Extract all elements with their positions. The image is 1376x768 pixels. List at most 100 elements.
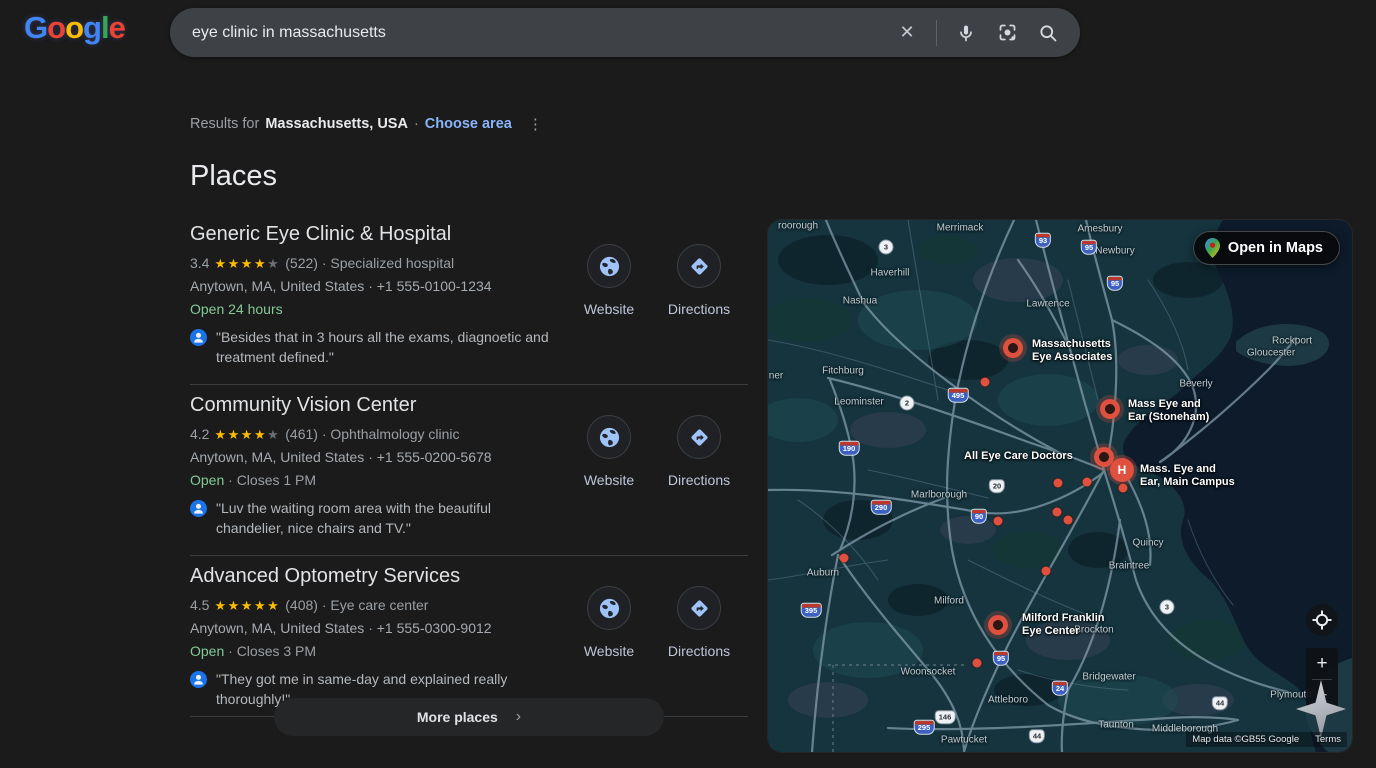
map-city-label: Rockport <box>1272 336 1312 347</box>
logo-letter: o <box>47 10 65 45</box>
review-snippet: "Besides that in 3 hours all the exams, … <box>216 327 556 367</box>
map-marker[interactable] <box>1042 567 1051 576</box>
route-shield: 290 <box>871 500 892 515</box>
place-title[interactable]: Generic Eye Clinic & Hospital <box>190 223 558 246</box>
route-shield: 3 <box>1160 600 1175 615</box>
google-logo[interactable]: Google <box>24 10 125 46</box>
clear-icon[interactable]: ✕ <box>895 21 919 45</box>
map-overlay: rooroughMerrimackAmesburyNewburyHaverhil… <box>768 220 1352 752</box>
map-marker[interactable] <box>981 378 990 387</box>
map-city-label: Marlborough <box>911 490 967 501</box>
route-shield: 44 <box>1029 729 1045 743</box>
globe-icon <box>587 415 631 459</box>
route-shield: 146 <box>935 710 956 724</box>
map-marker[interactable] <box>1083 478 1092 487</box>
address-line: Anytown, MA, United States · +1 555-0200… <box>190 448 558 467</box>
map-city-label: Bridgewater <box>1082 672 1135 683</box>
map-poi-label[interactable]: Mass. Eye andEar, Main Campus <box>1140 463 1235 489</box>
map-poi-label[interactable]: Mass Eye andEar (Stoneham) <box>1128 398 1209 424</box>
open-status: Open <box>190 643 224 659</box>
map-poi-label[interactable]: MassachusettsEye Associates <box>1032 338 1112 364</box>
closing-time: · Closes 3 PM <box>224 643 316 659</box>
map-poi-label[interactable]: Milford FranklinEye Center <box>1022 612 1105 638</box>
map-city-label: Woonsocket <box>901 667 956 678</box>
reviews-category: (408) · Eye care center <box>285 597 428 613</box>
search-bar-divider <box>936 20 937 46</box>
directions-label: Directions <box>668 643 730 659</box>
lens-icon[interactable] <box>995 21 1019 45</box>
reviewer-avatar-icon <box>190 671 207 688</box>
map-marker[interactable] <box>994 517 1003 526</box>
open-in-maps-button[interactable]: Open in Maps <box>1193 231 1340 265</box>
search-bar[interactable]: ✕ <box>170 8 1080 57</box>
more-places-divider: More places › <box>190 716 748 717</box>
places-list: Generic Eye Clinic & Hospital 3.4★★★★★(5… <box>190 214 748 726</box>
mic-icon[interactable] <box>954 21 978 45</box>
map-marker[interactable] <box>1054 479 1063 488</box>
place-listing: Community Vision Center 4.2★★★★★(461) · … <box>190 385 748 556</box>
directions-button[interactable]: Directions <box>668 415 730 488</box>
map-city-label: roorough <box>778 221 818 232</box>
logo-letter: g <box>83 10 101 45</box>
map-marker[interactable] <box>840 554 849 563</box>
globe-icon <box>587 586 631 630</box>
map-city-label: Amesbury <box>1077 224 1122 235</box>
map-marker[interactable] <box>1064 516 1073 525</box>
map-panel[interactable]: rooroughMerrimackAmesburyNewburyHaverhil… <box>768 220 1352 752</box>
reviews-category: (461) · Ophthalmology clinic <box>285 426 459 442</box>
more-places-button[interactable]: More places › <box>274 698 664 736</box>
rating-value: 4.5 <box>190 597 209 613</box>
route-shield: 95 <box>993 651 1009 666</box>
rating-line: 4.2★★★★★(461) · Ophthalmology clinic <box>190 425 558 444</box>
closing-time: · Closes 1 PM <box>224 472 316 488</box>
star-rating-icons: ★★★★★ <box>214 598 280 613</box>
search-input[interactable] <box>192 24 895 42</box>
map-city-label: Taunton <box>1098 720 1134 731</box>
route-shield: 90 <box>971 509 987 524</box>
map-marker[interactable] <box>1119 484 1128 493</box>
map-city-label: Attleboro <box>988 695 1028 706</box>
route-shield: 395 <box>801 603 822 618</box>
map-city-label: Lawrence <box>1026 299 1069 310</box>
my-location-button[interactable] <box>1306 604 1338 636</box>
search-icon[interactable] <box>1036 21 1060 45</box>
map-marker[interactable] <box>1053 508 1062 517</box>
reviewer-avatar-icon <box>190 500 207 517</box>
map-zoom-control: + − <box>1306 648 1338 712</box>
map-data-credit: Map data ©GB55 Google <box>1192 734 1299 745</box>
open-in-maps-label: Open in Maps <box>1228 240 1323 256</box>
directions-button[interactable]: Directions <box>668 244 730 317</box>
hours-line: Open · Closes 3 PM <box>190 642 558 661</box>
map-marker[interactable]: H <box>1110 458 1134 482</box>
route-shield: 3 <box>879 240 894 255</box>
choose-area-link[interactable]: Choose area <box>425 116 512 132</box>
map-poi-label[interactable]: All Eye Care Doctors <box>964 450 1073 463</box>
page-title: Places <box>190 160 277 193</box>
map-city-label: Fitchburg <box>822 366 864 377</box>
website-button[interactable]: Website <box>578 586 640 659</box>
zoom-in-button[interactable]: + <box>1306 648 1338 679</box>
website-button[interactable]: Website <box>578 415 640 488</box>
map-city-label: Auburn <box>807 568 839 579</box>
place-title[interactable]: Community Vision Center <box>190 394 558 417</box>
terms-link[interactable]: Terms <box>1315 734 1341 745</box>
map-city-label: Nashua <box>843 296 877 307</box>
more-options-icon[interactable]: ⋮ <box>528 115 543 133</box>
map-marker[interactable] <box>1003 338 1023 358</box>
website-label: Website <box>584 472 634 488</box>
map-marker[interactable] <box>1100 399 1120 419</box>
route-shield: 44 <box>1212 696 1228 710</box>
route-shield: 190 <box>839 441 860 456</box>
directions-button[interactable]: Directions <box>668 586 730 659</box>
map-city-label: Pawtucket <box>941 735 987 746</box>
zoom-out-button[interactable]: − <box>1306 680 1338 711</box>
review-row: "Luv the waiting room area with the beau… <box>190 498 558 538</box>
directions-icon <box>677 244 721 288</box>
logo-letter: l <box>101 10 109 45</box>
place-title[interactable]: Advanced Optometry Services <box>190 565 558 588</box>
website-button[interactable]: Website <box>578 244 640 317</box>
place-listing: Generic Eye Clinic & Hospital 3.4★★★★★(5… <box>190 214 748 385</box>
map-marker[interactable] <box>973 659 982 668</box>
map-marker[interactable] <box>988 615 1008 635</box>
results-prefix: Results for <box>190 116 259 132</box>
